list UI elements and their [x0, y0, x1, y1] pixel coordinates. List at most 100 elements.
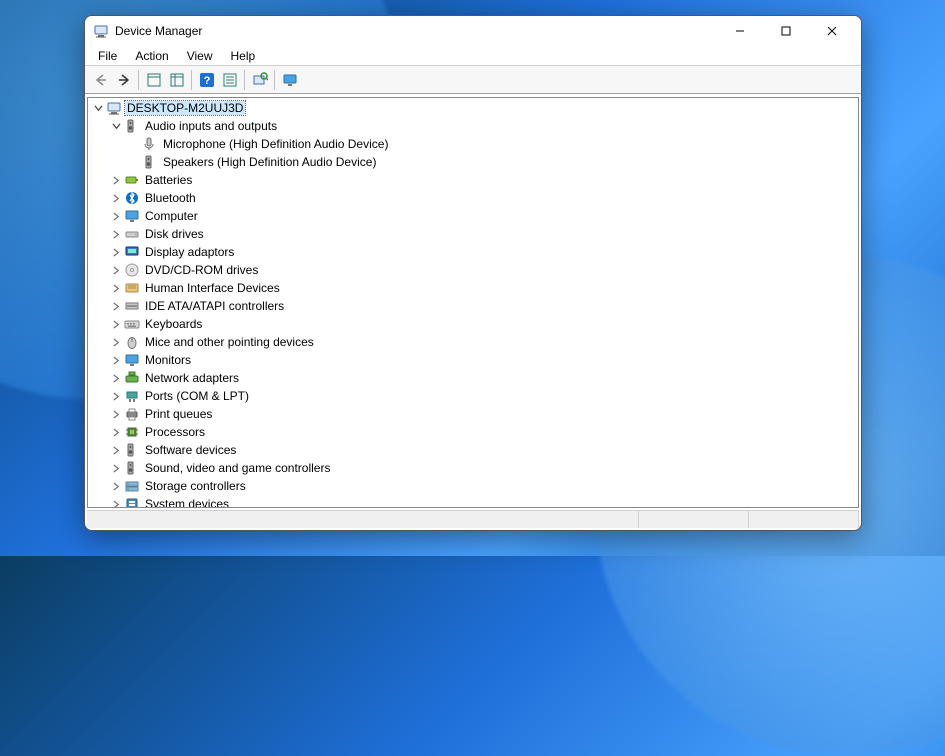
- tree-category-node[interactable]: Network adapters: [88, 369, 858, 387]
- tree-category-node[interactable]: Computer: [88, 207, 858, 225]
- tree-category-node[interactable]: Storage controllers: [88, 477, 858, 495]
- port-icon: [124, 388, 140, 404]
- cd-icon: [124, 262, 140, 278]
- monitor-icon: [124, 352, 140, 368]
- menu-action[interactable]: Action: [126, 47, 177, 65]
- tree-node-label: DVD/CD-ROM drives: [143, 263, 260, 277]
- close-button[interactable]: [809, 16, 855, 46]
- monitor-icon: [124, 208, 140, 224]
- expander-icon[interactable]: [108, 190, 124, 206]
- statusbar: [87, 510, 859, 528]
- expander-icon[interactable]: [108, 478, 124, 494]
- expander-icon[interactable]: [108, 298, 124, 314]
- expander-icon[interactable]: [108, 370, 124, 386]
- tree-node-label: Audio inputs and outputs: [143, 119, 279, 133]
- tree-category-node[interactable]: Monitors: [88, 351, 858, 369]
- ide-icon: [124, 298, 140, 314]
- speaker-icon: [142, 154, 158, 170]
- expander-icon[interactable]: [108, 442, 124, 458]
- device-tree[interactable]: DESKTOP-M2UUJ3D Audio inputs and outputs…: [87, 97, 859, 508]
- expander-icon[interactable]: [108, 352, 124, 368]
- expander-icon[interactable]: [108, 388, 124, 404]
- tree-node-label: Microphone (High Definition Audio Device…: [161, 137, 390, 151]
- computer-icon: [106, 100, 122, 116]
- tree-category-node[interactable]: Display adaptors: [88, 243, 858, 261]
- expander-icon[interactable]: [108, 262, 124, 278]
- toolbar-help-button[interactable]: [195, 69, 218, 91]
- tree-node-label: Monitors: [143, 353, 193, 367]
- expander-icon[interactable]: [108, 280, 124, 296]
- tree-category-node[interactable]: Bluetooth: [88, 189, 858, 207]
- tree-category-node[interactable]: Ports (COM & LPT): [88, 387, 858, 405]
- expander-icon[interactable]: [108, 460, 124, 476]
- content-area: DESKTOP-M2UUJ3D Audio inputs and outputs…: [85, 94, 861, 530]
- toolbar-show-hide-tree-button[interactable]: [142, 69, 165, 91]
- tree-category-node[interactable]: Mice and other pointing devices: [88, 333, 858, 351]
- status-cell: [639, 511, 749, 528]
- expander-icon[interactable]: [108, 226, 124, 242]
- tree-node-label: Speakers (High Definition Audio Device): [161, 155, 378, 169]
- expander-icon[interactable]: [108, 208, 124, 224]
- toolbar: [85, 66, 861, 94]
- expander-icon[interactable]: [108, 424, 124, 440]
- tree-node-label: Disk drives: [143, 227, 206, 241]
- cpu-icon: [124, 424, 140, 440]
- tree-category-node[interactable]: Processors: [88, 423, 858, 441]
- tree-node-label: Batteries: [143, 173, 194, 187]
- expander-icon[interactable]: [108, 496, 124, 508]
- tree-node-label: DESKTOP-M2UUJ3D: [125, 101, 245, 115]
- tree-node-label: Ports (COM & LPT): [143, 389, 251, 403]
- toolbar-add-legacy-button[interactable]: [278, 69, 301, 91]
- mouse-icon: [124, 334, 140, 350]
- expander-icon[interactable]: [90, 100, 106, 116]
- expander-icon[interactable]: [108, 118, 124, 134]
- tree-category-node[interactable]: Software devices: [88, 441, 858, 459]
- tree-category-node[interactable]: DVD/CD-ROM drives: [88, 261, 858, 279]
- menu-view[interactable]: View: [178, 47, 222, 65]
- tree-category-node[interactable]: IDE ATA/ATAPI controllers: [88, 297, 858, 315]
- device-manager-window: Device Manager File Action View Help DES…: [84, 15, 862, 531]
- tree-category-node[interactable]: Batteries: [88, 171, 858, 189]
- expander-icon[interactable]: [108, 316, 124, 332]
- toolbar-scan-hardware-button[interactable]: [248, 69, 271, 91]
- menubar: File Action View Help: [85, 46, 861, 66]
- tree-category-node[interactable]: Disk drives: [88, 225, 858, 243]
- tree-node-label: Software devices: [143, 443, 238, 457]
- tree-node-label: Processors: [143, 425, 207, 439]
- tree-device-node[interactable]: Microphone (High Definition Audio Device…: [88, 135, 858, 153]
- expander-icon[interactable]: [108, 334, 124, 350]
- tree-category-node[interactable]: Keyboards: [88, 315, 858, 333]
- speaker-icon: [124, 442, 140, 458]
- tree-node-label: System devices: [143, 497, 231, 508]
- menu-help[interactable]: Help: [222, 47, 265, 65]
- minimize-button[interactable]: [717, 16, 763, 46]
- toolbar-back-button[interactable]: [89, 69, 112, 91]
- tree-category-node[interactable]: Human Interface Devices: [88, 279, 858, 297]
- speaker-icon: [124, 118, 140, 134]
- tree-root-node[interactable]: DESKTOP-M2UUJ3D: [88, 99, 858, 117]
- expander-icon[interactable]: [108, 244, 124, 260]
- tree-node-label: IDE ATA/ATAPI controllers: [143, 299, 286, 313]
- mic-icon: [142, 136, 158, 152]
- tree-device-node[interactable]: Speakers (High Definition Audio Device): [88, 153, 858, 171]
- expander-icon[interactable]: [108, 406, 124, 422]
- tree-category-node[interactable]: System devices: [88, 495, 858, 508]
- expander-icon[interactable]: [108, 172, 124, 188]
- titlebar[interactable]: Device Manager: [85, 16, 861, 46]
- tree-node-label: Computer: [143, 209, 200, 223]
- tree-node-label: Mice and other pointing devices: [143, 335, 316, 349]
- tree-category-node[interactable]: Sound, video and game controllers: [88, 459, 858, 477]
- toolbar-show-hide-pane-button[interactable]: [165, 69, 188, 91]
- maximize-button[interactable]: [763, 16, 809, 46]
- speaker-icon: [124, 460, 140, 476]
- battery-icon: [124, 172, 140, 188]
- menu-file[interactable]: File: [89, 47, 126, 65]
- tree-node-label: Storage controllers: [143, 479, 248, 493]
- toolbar-forward-button[interactable]: [112, 69, 135, 91]
- toolbar-properties-button[interactable]: [218, 69, 241, 91]
- tree-category-node[interactable]: Audio inputs and outputs: [88, 117, 858, 135]
- app-icon: [93, 23, 109, 39]
- tree-category-node[interactable]: Print queues: [88, 405, 858, 423]
- expander-placeholder: [126, 136, 142, 152]
- display-icon: [124, 244, 140, 260]
